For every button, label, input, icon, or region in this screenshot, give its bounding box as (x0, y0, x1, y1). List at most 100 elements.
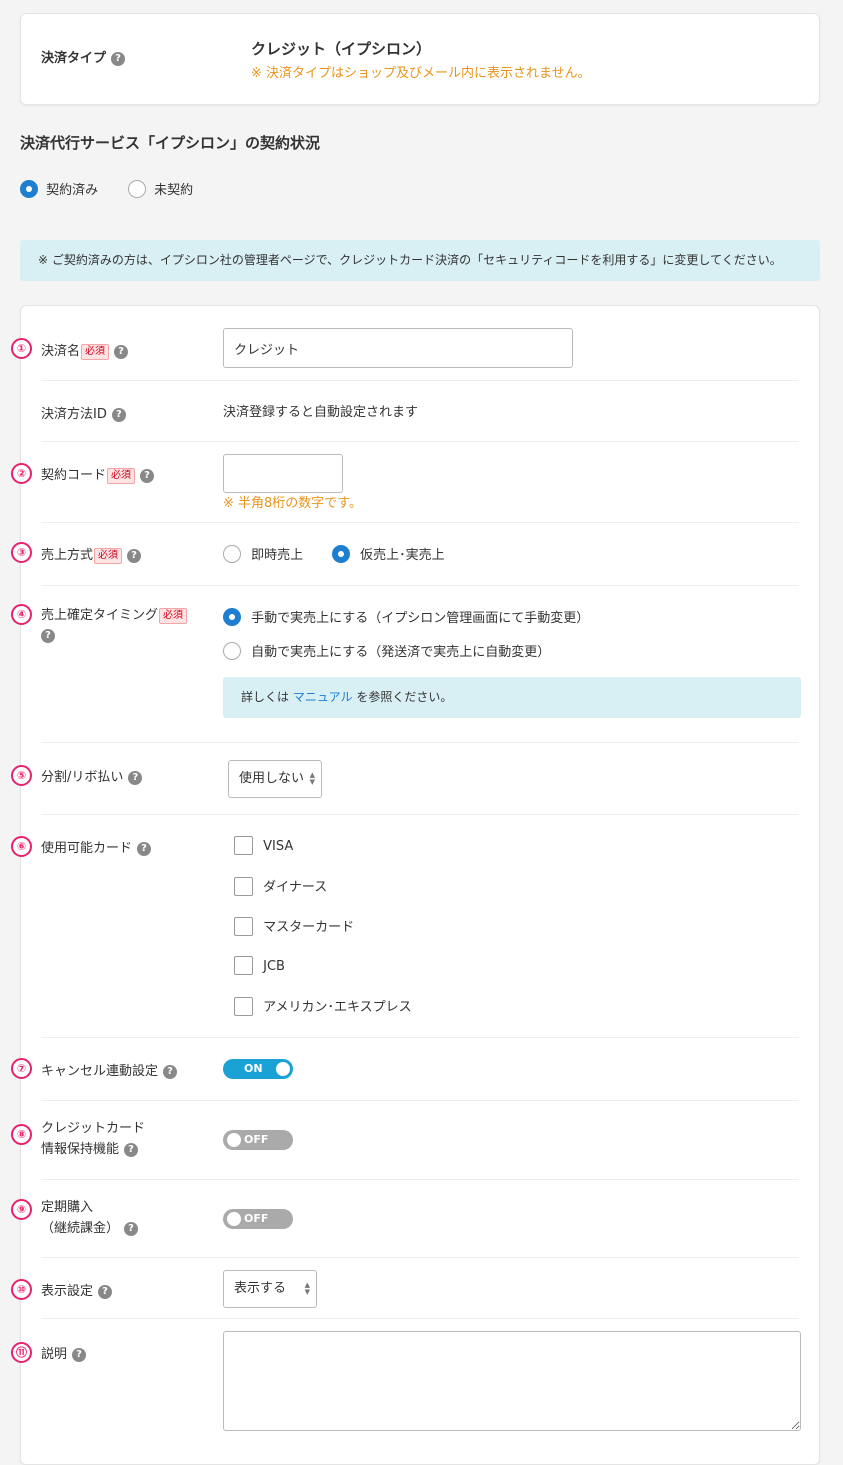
card-label-master: マスターカード (263, 920, 355, 935)
display-select-value: 表示する (234, 1281, 287, 1296)
step-number-11: ⑪ (11, 1342, 32, 1363)
radio-immediate-label: 即時売上 (251, 548, 304, 563)
display-select[interactable]: 表示する ▲ ▼ (223, 1270, 317, 1308)
card-option-jcb[interactable]: JCB (234, 956, 285, 975)
row-divider (41, 1100, 799, 1101)
card-option-visa[interactable]: VISA (234, 836, 293, 855)
checkbox-diners[interactable] (234, 877, 253, 896)
help-icon[interactable]: ? (128, 771, 143, 785)
toggle-off-text: OFF (244, 1133, 269, 1146)
payment-name-input[interactable] (223, 328, 573, 368)
checkbox-visa[interactable] (234, 836, 253, 855)
settings-card: ① 決済名必須? 決済方法ID? 決済登録すると自動設定されます ② 契約コード… (11, 305, 820, 1465)
toggle-knob (227, 1212, 241, 1226)
help-icon[interactable]: ? (140, 469, 155, 483)
step-number-2: ② (11, 463, 32, 484)
card-retention-label-2: 情報保持機能 (41, 1142, 120, 1157)
select-arrows-icon: ▲ ▼ (309, 771, 315, 786)
card-option-master[interactable]: マスターカード (234, 916, 354, 936)
cancel-link-toggle[interactable]: ON (223, 1059, 293, 1079)
toggle-knob (227, 1133, 241, 1147)
radio-unsigned-label: 未契約 (154, 183, 194, 198)
radio-manual-label: 手動で実売上にする（イプシロン管理画面にて手動変更） (251, 611, 590, 626)
radio-unsigned[interactable] (128, 180, 146, 198)
sales-method-immediate[interactable]: 即時売上 (223, 544, 303, 563)
sales-method-label: 売上方式 (41, 548, 94, 563)
row-divider (41, 585, 799, 586)
sales-method-provisional[interactable]: 仮売上･実売上 (332, 544, 445, 563)
sales-timing-label: 売上確定タイミング (41, 608, 159, 623)
row-divider (41, 1037, 799, 1038)
installment-select[interactable]: 使用しない ▲ ▼ (228, 760, 322, 798)
help-icon[interactable]: ? (114, 345, 129, 359)
step-number-9: ⑨ (11, 1199, 32, 1220)
card-retention-label-wrap: クレジットカード 情報保持機能? (41, 1118, 145, 1160)
radio-provisional[interactable] (332, 545, 350, 563)
sales-timing-manual[interactable]: 手動で実売上にする（イプシロン管理画面にて手動変更） (223, 607, 589, 626)
method-id-value: 決済登録すると自動設定されます (223, 405, 419, 420)
description-label-wrap: 説明? (41, 1343, 87, 1362)
security-code-banner: ※ ご契約済みの方は、イプシロン社の管理者ページで、クレジットカード決済の「セキ… (20, 240, 820, 281)
row-divider (41, 441, 799, 442)
radio-provisional-label: 仮売上･実売上 (360, 548, 445, 563)
installment-select-value: 使用しない (239, 771, 305, 786)
contract-option-unsigned[interactable]: 未契約 (128, 179, 193, 198)
step-number-5: ⑤ (11, 765, 32, 786)
radio-immediate[interactable] (223, 545, 241, 563)
method-id-label: 決済方法ID (41, 407, 107, 422)
card-label-jcb: JCB (263, 959, 285, 974)
help-icon[interactable]: ? (124, 1222, 139, 1236)
radio-signed-label: 契約済み (46, 183, 99, 198)
payment-type-label: 決済タイプ (41, 51, 107, 66)
step-number-6: ⑥ (11, 836, 32, 857)
help-icon[interactable]: ? (111, 408, 126, 422)
toggle-knob (276, 1062, 290, 1076)
help-icon[interactable]: ? (111, 52, 126, 66)
card-retention-toggle[interactable]: OFF (223, 1130, 293, 1150)
card-label-diners: ダイナース (263, 880, 328, 895)
display-label: 表示設定 (41, 1284, 94, 1299)
name-label: 決済名 (41, 344, 81, 359)
help-icon[interactable]: ? (98, 1285, 113, 1299)
step-number-10: ⑩ (11, 1279, 32, 1300)
name-label-wrap: 決済名 必須? (41, 340, 129, 360)
help-icon[interactable]: ? (41, 629, 55, 643)
manual-link[interactable]: マニュアル (293, 690, 353, 704)
card-option-amex[interactable]: アメリカン･エキスプレス (234, 996, 412, 1016)
help-icon[interactable]: ? (137, 842, 152, 856)
radio-manual[interactable] (223, 608, 241, 626)
description-label: 説明 (41, 1347, 68, 1362)
checkbox-master[interactable] (234, 917, 253, 936)
payment-type-label-wrap: 決済タイプ? (41, 47, 126, 66)
cancel-link-label-wrap: キャンセル連動設定? (41, 1060, 178, 1079)
subscription-toggle[interactable]: OFF (223, 1209, 293, 1229)
checkbox-amex[interactable] (234, 997, 253, 1016)
help-icon[interactable]: ? (72, 1348, 87, 1362)
help-icon[interactable]: ? (124, 1143, 139, 1157)
row-divider (41, 814, 799, 815)
contract-code-input[interactable] (223, 454, 343, 493)
method-id-label-wrap: 決済方法ID? (41, 403, 126, 422)
payment-type-note: ※ 決済タイプはショップ及びメール内に表示されません。 (251, 66, 591, 81)
step-number-1: ① (11, 338, 32, 359)
step-number-8: ⑧ (11, 1124, 32, 1145)
card-retention-label-1: クレジットカード (41, 1121, 146, 1136)
contract-code-label-wrap: 契約コード 必須? (41, 464, 155, 484)
cards-label-wrap: 使用可能カード? (41, 837, 152, 856)
sales-timing-auto[interactable]: 自動で実売上にする（発送済で実売上に自動変更） (223, 641, 550, 660)
contract-option-signed[interactable]: 契約済み (20, 179, 98, 198)
row-divider (41, 380, 799, 381)
row-divider (41, 522, 799, 523)
checkbox-jcb[interactable] (234, 956, 253, 975)
sales-method-label-wrap: 売上方式 必須? (41, 544, 142, 564)
radio-auto-label: 自動で実売上にする（発送済で実売上に自動変更） (251, 645, 551, 660)
installment-label: 分割/リボ払い (41, 770, 124, 785)
step-number-4: ④ (11, 604, 32, 625)
radio-auto[interactable] (223, 642, 241, 660)
radio-signed[interactable] (20, 180, 38, 198)
step-number-3: ③ (11, 542, 32, 563)
help-icon[interactable]: ? (127, 549, 142, 563)
card-option-diners[interactable]: ダイナース (234, 876, 327, 896)
description-textarea[interactable] (223, 1331, 801, 1431)
help-icon[interactable]: ? (163, 1065, 178, 1079)
